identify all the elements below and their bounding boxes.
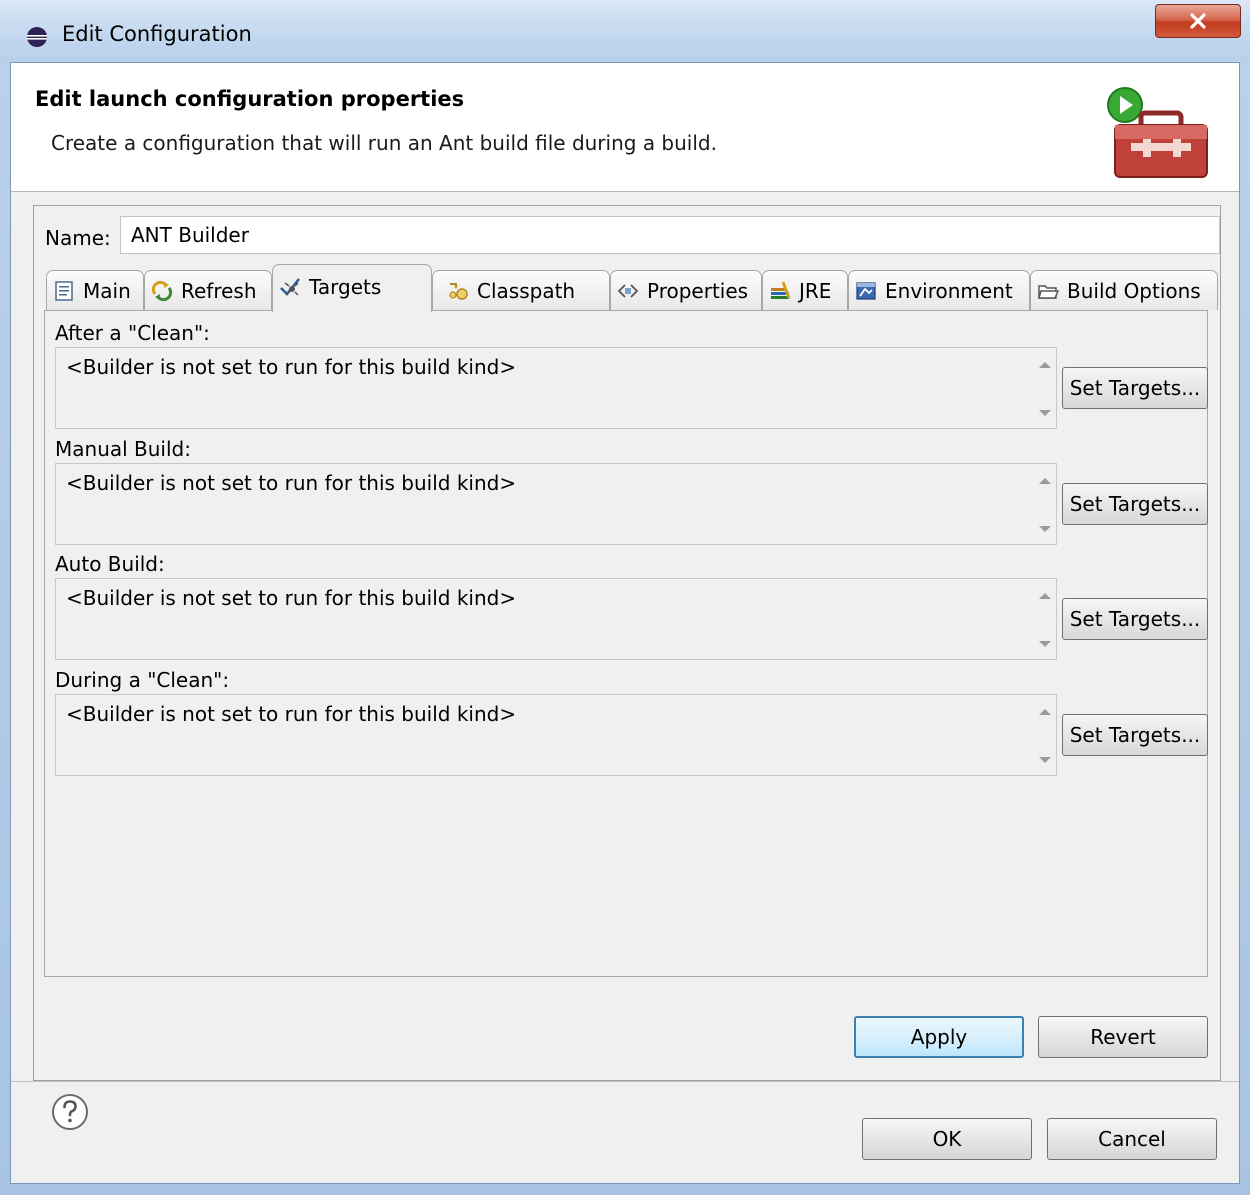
window-title: Edit Configuration [62,22,252,46]
properties-icon [617,283,639,298]
targets-text-auto-build[interactable]: <Builder is not set to run for this buil… [55,578,1057,660]
tab-properties[interactable]: Properties [610,270,762,310]
tab-label: Classpath [477,278,576,303]
ok-button[interactable]: OK [862,1118,1032,1160]
header-description: Create a configuration that will run an … [51,131,717,155]
section-label-manual-build: Manual Build: [55,437,191,461]
jre-icon [771,280,791,299]
tab-classpath[interactable]: Classpath [432,270,610,310]
tab-label: Refresh [181,278,257,303]
tab-refresh[interactable]: Refresh [144,270,272,310]
scroll-down-icon[interactable] [1039,641,1051,647]
scroll-down-icon[interactable] [1039,757,1051,763]
set-targets-button-during-clean[interactable]: Set Targets... [1062,714,1208,756]
section-label-after-clean: After a "Clean": [55,321,210,345]
targets-text-value: <Builder is not set to run for this buil… [66,586,517,610]
scroll-down-icon[interactable] [1039,410,1051,416]
main-tab-icon [55,280,73,301]
configuration-group: Name: Main Refresh Targets Classpath [33,205,1221,1081]
toolbox-run-icon [1107,87,1208,178]
close-icon [1190,13,1206,29]
set-targets-button-auto-build[interactable]: Set Targets... [1062,598,1208,640]
eclipse-icon [27,27,47,47]
close-button[interactable] [1155,4,1241,38]
tab-build-options[interactable]: Build Options [1030,270,1218,310]
revert-button[interactable]: Revert [1038,1016,1208,1058]
targets-tab-panel: After a "Clean": <Builder is not set to … [44,310,1208,977]
dialog-header: Edit launch configuration properties Cre… [11,63,1239,192]
tab-jre[interactable]: JRE [762,270,848,310]
title-bar: Edit Configuration [0,0,1250,64]
tab-label: JRE [799,278,832,303]
name-input[interactable] [120,216,1220,254]
scroll-down-icon[interactable] [1039,526,1051,532]
targets-text-after-clean[interactable]: <Builder is not set to run for this buil… [55,347,1057,429]
folder-icon [1038,284,1059,299]
environment-icon [856,281,876,300]
dialog-client-area: Edit launch configuration properties Cre… [10,62,1240,1184]
set-targets-button-after-clean[interactable]: Set Targets... [1062,367,1208,409]
footer-divider [11,1081,1239,1082]
apply-button[interactable]: Apply [854,1016,1024,1058]
vertical-scrollbar[interactable] [1032,464,1056,544]
tab-label: Main [83,278,131,303]
refresh-icon [151,280,173,301]
cancel-button[interactable]: Cancel [1047,1118,1217,1160]
tab-main[interactable]: Main [46,270,144,310]
tab-label: Environment [885,278,1013,303]
section-label-auto-build: Auto Build: [55,552,165,576]
vertical-scrollbar[interactable] [1032,579,1056,659]
tab-label: Properties [647,278,749,303]
tab-label: Targets [309,274,382,299]
dialog-window: Edit Configuration Edit launch configura… [0,0,1250,1195]
set-targets-button-manual-build[interactable]: Set Targets... [1062,483,1208,525]
targets-text-during-clean[interactable]: <Builder is not set to run for this buil… [55,694,1057,776]
tab-targets[interactable]: Targets [272,264,432,312]
targets-text-value: <Builder is not set to run for this buil… [66,702,517,726]
targets-text-value: <Builder is not set to run for this buil… [66,355,517,379]
scroll-up-icon[interactable] [1039,478,1051,484]
name-label: Name: [45,226,111,250]
targets-icon [280,277,300,296]
header-title: Edit launch configuration properties [35,87,465,111]
vertical-scrollbar[interactable] [1032,348,1056,428]
vertical-scrollbar[interactable] [1032,695,1056,775]
help-icon[interactable] [51,1093,89,1131]
tab-label: Build Options [1067,278,1201,303]
targets-text-value: <Builder is not set to run for this buil… [66,471,517,495]
section-label-during-clean: During a "Clean": [55,668,230,692]
scroll-up-icon[interactable] [1039,593,1051,599]
tab-environment[interactable]: Environment [848,270,1030,310]
scroll-up-icon[interactable] [1039,362,1051,368]
classpath-icon [449,282,468,300]
targets-text-manual-build[interactable]: <Builder is not set to run for this buil… [55,463,1057,545]
scroll-up-icon[interactable] [1039,709,1051,715]
tab-strip: Main Refresh Targets Classpath Propertie… [46,264,1218,312]
